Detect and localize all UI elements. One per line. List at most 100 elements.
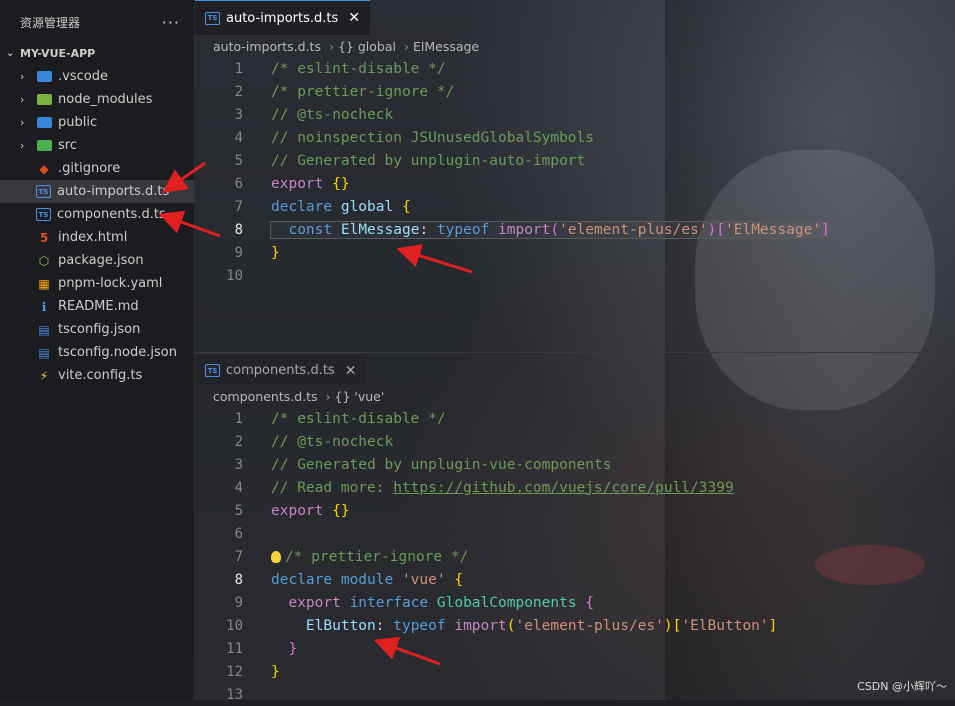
code-line[interactable]: 10: [195, 264, 955, 287]
code-line[interactable]: 6 export {}: [195, 172, 955, 195]
tab-label: components.d.ts: [226, 363, 335, 378]
tab-components[interactable]: TS components.d.ts ✕: [195, 355, 367, 385]
line-number: 10: [226, 267, 243, 284]
code-text: // Read more: https://github.com/vuejs/c…: [271, 480, 734, 496]
code-token: // @ts-nocheck: [271, 106, 394, 123]
code-token: {: [401, 198, 411, 215]
file-tree-label: index.html: [58, 230, 128, 245]
breadcrumb-item[interactable]: {} global: [338, 39, 396, 54]
chevron-right-icon: ›: [20, 93, 25, 106]
file-tree-item[interactable]: ◆ .gitignore: [0, 157, 194, 180]
file-tree-item[interactable]: › public: [0, 111, 194, 134]
file-tree-item[interactable]: › src: [0, 134, 194, 157]
code-text: /* prettier-ignore */: [271, 84, 454, 100]
breadcrumb-item[interactable]: {} 'vue': [335, 389, 385, 404]
code-line[interactable]: 11 }: [195, 637, 955, 660]
code-line[interactable]: 10 ElButton: typeof import('element-plus…: [195, 614, 955, 637]
project-root[interactable]: ⌄ MY-VUE-APP: [0, 43, 194, 63]
watermark: CSDN @小辉吖～: [857, 680, 947, 693]
code-token: // @ts-nocheck: [271, 433, 394, 450]
line-number: 8: [234, 571, 243, 588]
code-line[interactable]: 5 export {}: [195, 499, 955, 522]
file-tree-label: auto-imports.d.ts: [57, 184, 170, 199]
file-tree-item[interactable]: TS components.d.ts: [0, 203, 194, 226]
file-tree-item[interactable]: › .vscode: [0, 65, 194, 88]
code-text: /* eslint-disable */: [271, 61, 446, 77]
code-token: 'element-plus/es': [559, 221, 708, 238]
code-text: /* prettier-ignore */: [271, 549, 468, 565]
code-token: export: [288, 594, 350, 611]
code-line[interactable]: 2 /* prettier-ignore */: [195, 80, 955, 103]
code-line[interactable]: 8 const ElMessage: typeof import('elemen…: [195, 218, 955, 241]
breadcrumb-item[interactable]: auto-imports.d.ts: [213, 39, 321, 54]
code-line[interactable]: 4 // noinspection JSUnusedGlobalSymbols: [195, 126, 955, 149]
code-token: typeof: [436, 221, 499, 238]
file-tree-item[interactable]: ⬡ package.json: [0, 249, 194, 272]
code-editor-top[interactable]: 1 /* eslint-disable */ 2 /* prettier-ignore…: [195, 57, 955, 287]
close-icon[interactable]: ✕: [345, 363, 357, 379]
code-token: import: [498, 221, 551, 238]
code-text: // Generated by unplugin-auto-import: [271, 153, 585, 169]
code-line[interactable]: 7 /* prettier-ignore */: [195, 545, 955, 568]
code-token: global: [340, 198, 402, 215]
file-tree-item[interactable]: ℹ README.md: [0, 295, 194, 318]
code-token: // noinspection JSUnusedGlobalSymbols: [271, 129, 595, 146]
code-text: }: [271, 245, 280, 261]
code-token: // Generated by unplugin-vue-components: [271, 456, 612, 473]
code-token: import: [454, 617, 507, 634]
code-text: export {}: [271, 176, 350, 192]
tab-auto-imports[interactable]: TS auto-imports.d.ts ✕: [195, 0, 371, 35]
code-token: declare: [271, 198, 341, 215]
close-icon[interactable]: ✕: [348, 10, 360, 26]
code-line[interactable]: 3 // @ts-nocheck: [195, 103, 955, 126]
file-tree-item[interactable]: ▦ pnpm-lock.yaml: [0, 272, 194, 295]
folder-icon: [36, 93, 52, 107]
pane-divider[interactable]: [195, 352, 955, 353]
breadcrumb: auto-imports.d.ts › {} global › ElMessage: [195, 35, 955, 57]
file-tree-item[interactable]: ⚡ vite.config.ts: [0, 364, 194, 387]
file-tree-item[interactable]: › node_modules: [0, 88, 194, 111]
code-line[interactable]: 4 // Read more: https://github.com/vuejs/…: [195, 476, 955, 499]
code-line[interactable]: 13: [195, 683, 955, 706]
ellipsis-icon[interactable]: ···: [162, 13, 180, 32]
git-icon: ◆: [39, 161, 49, 176]
file-tree-label: .vscode: [58, 69, 108, 84]
code-token: {}: [332, 502, 350, 519]
file-tree-item[interactable]: ▤ tsconfig.node.json: [0, 341, 194, 364]
ts-icon: TS: [205, 364, 220, 377]
code-line[interactable]: 9 export interface GlobalComponents {: [195, 591, 955, 614]
tab-label: auto-imports.d.ts: [226, 10, 339, 26]
file-tree-item[interactable]: TS auto-imports.d.ts: [0, 180, 194, 203]
code-token: https://github.com/vuejs/core/pull/3399: [393, 479, 734, 496]
code-line[interactable]: 6: [195, 522, 955, 545]
file-tree-item[interactable]: 5 index.html: [0, 226, 194, 249]
file-tree-item[interactable]: ▤ tsconfig.json: [0, 318, 194, 341]
line-number: 3: [234, 106, 243, 123]
code-token: [: [716, 221, 726, 238]
code-token: :: [375, 617, 394, 634]
code-line[interactable]: 9}: [195, 241, 955, 264]
line-number: 9: [234, 594, 243, 611]
code-text: export {}: [271, 503, 350, 519]
code-line[interactable]: 3 // Generated by unplugin-vue-components: [195, 453, 955, 476]
breadcrumb-item[interactable]: components.d.ts: [213, 389, 318, 404]
code-line[interactable]: 8 declare module 'vue' {: [195, 568, 955, 591]
lightbulb-icon[interactable]: [271, 550, 281, 563]
code-line[interactable]: 7 declare global {: [195, 195, 955, 218]
code-token: {: [585, 594, 595, 611]
code-line[interactable]: 1 /* eslint-disable */: [195, 407, 955, 430]
breadcrumb-item[interactable]: ElMessage: [413, 39, 479, 54]
code-editor-bottom[interactable]: 1 /* eslint-disable */ 2 // @ts-nocheck 3 // …: [195, 407, 955, 706]
code-text: // Generated by unplugin-vue-components: [271, 457, 611, 473]
code-line[interactable]: 1 /* eslint-disable */: [195, 57, 955, 80]
code-token: }: [271, 244, 280, 261]
line-number: 1: [234, 410, 243, 427]
file-tree-label: components.d.ts: [57, 207, 166, 222]
line-number: 5: [234, 152, 243, 169]
code-line[interactable]: 5 // Generated by unplugin-auto-import: [195, 149, 955, 172]
code-text: declare module 'vue' {: [271, 572, 463, 588]
line-number: 7: [234, 548, 243, 565]
code-line[interactable]: 2 // @ts-nocheck: [195, 430, 955, 453]
code-line[interactable]: 12}: [195, 660, 955, 683]
folder-icon: [36, 70, 52, 84]
